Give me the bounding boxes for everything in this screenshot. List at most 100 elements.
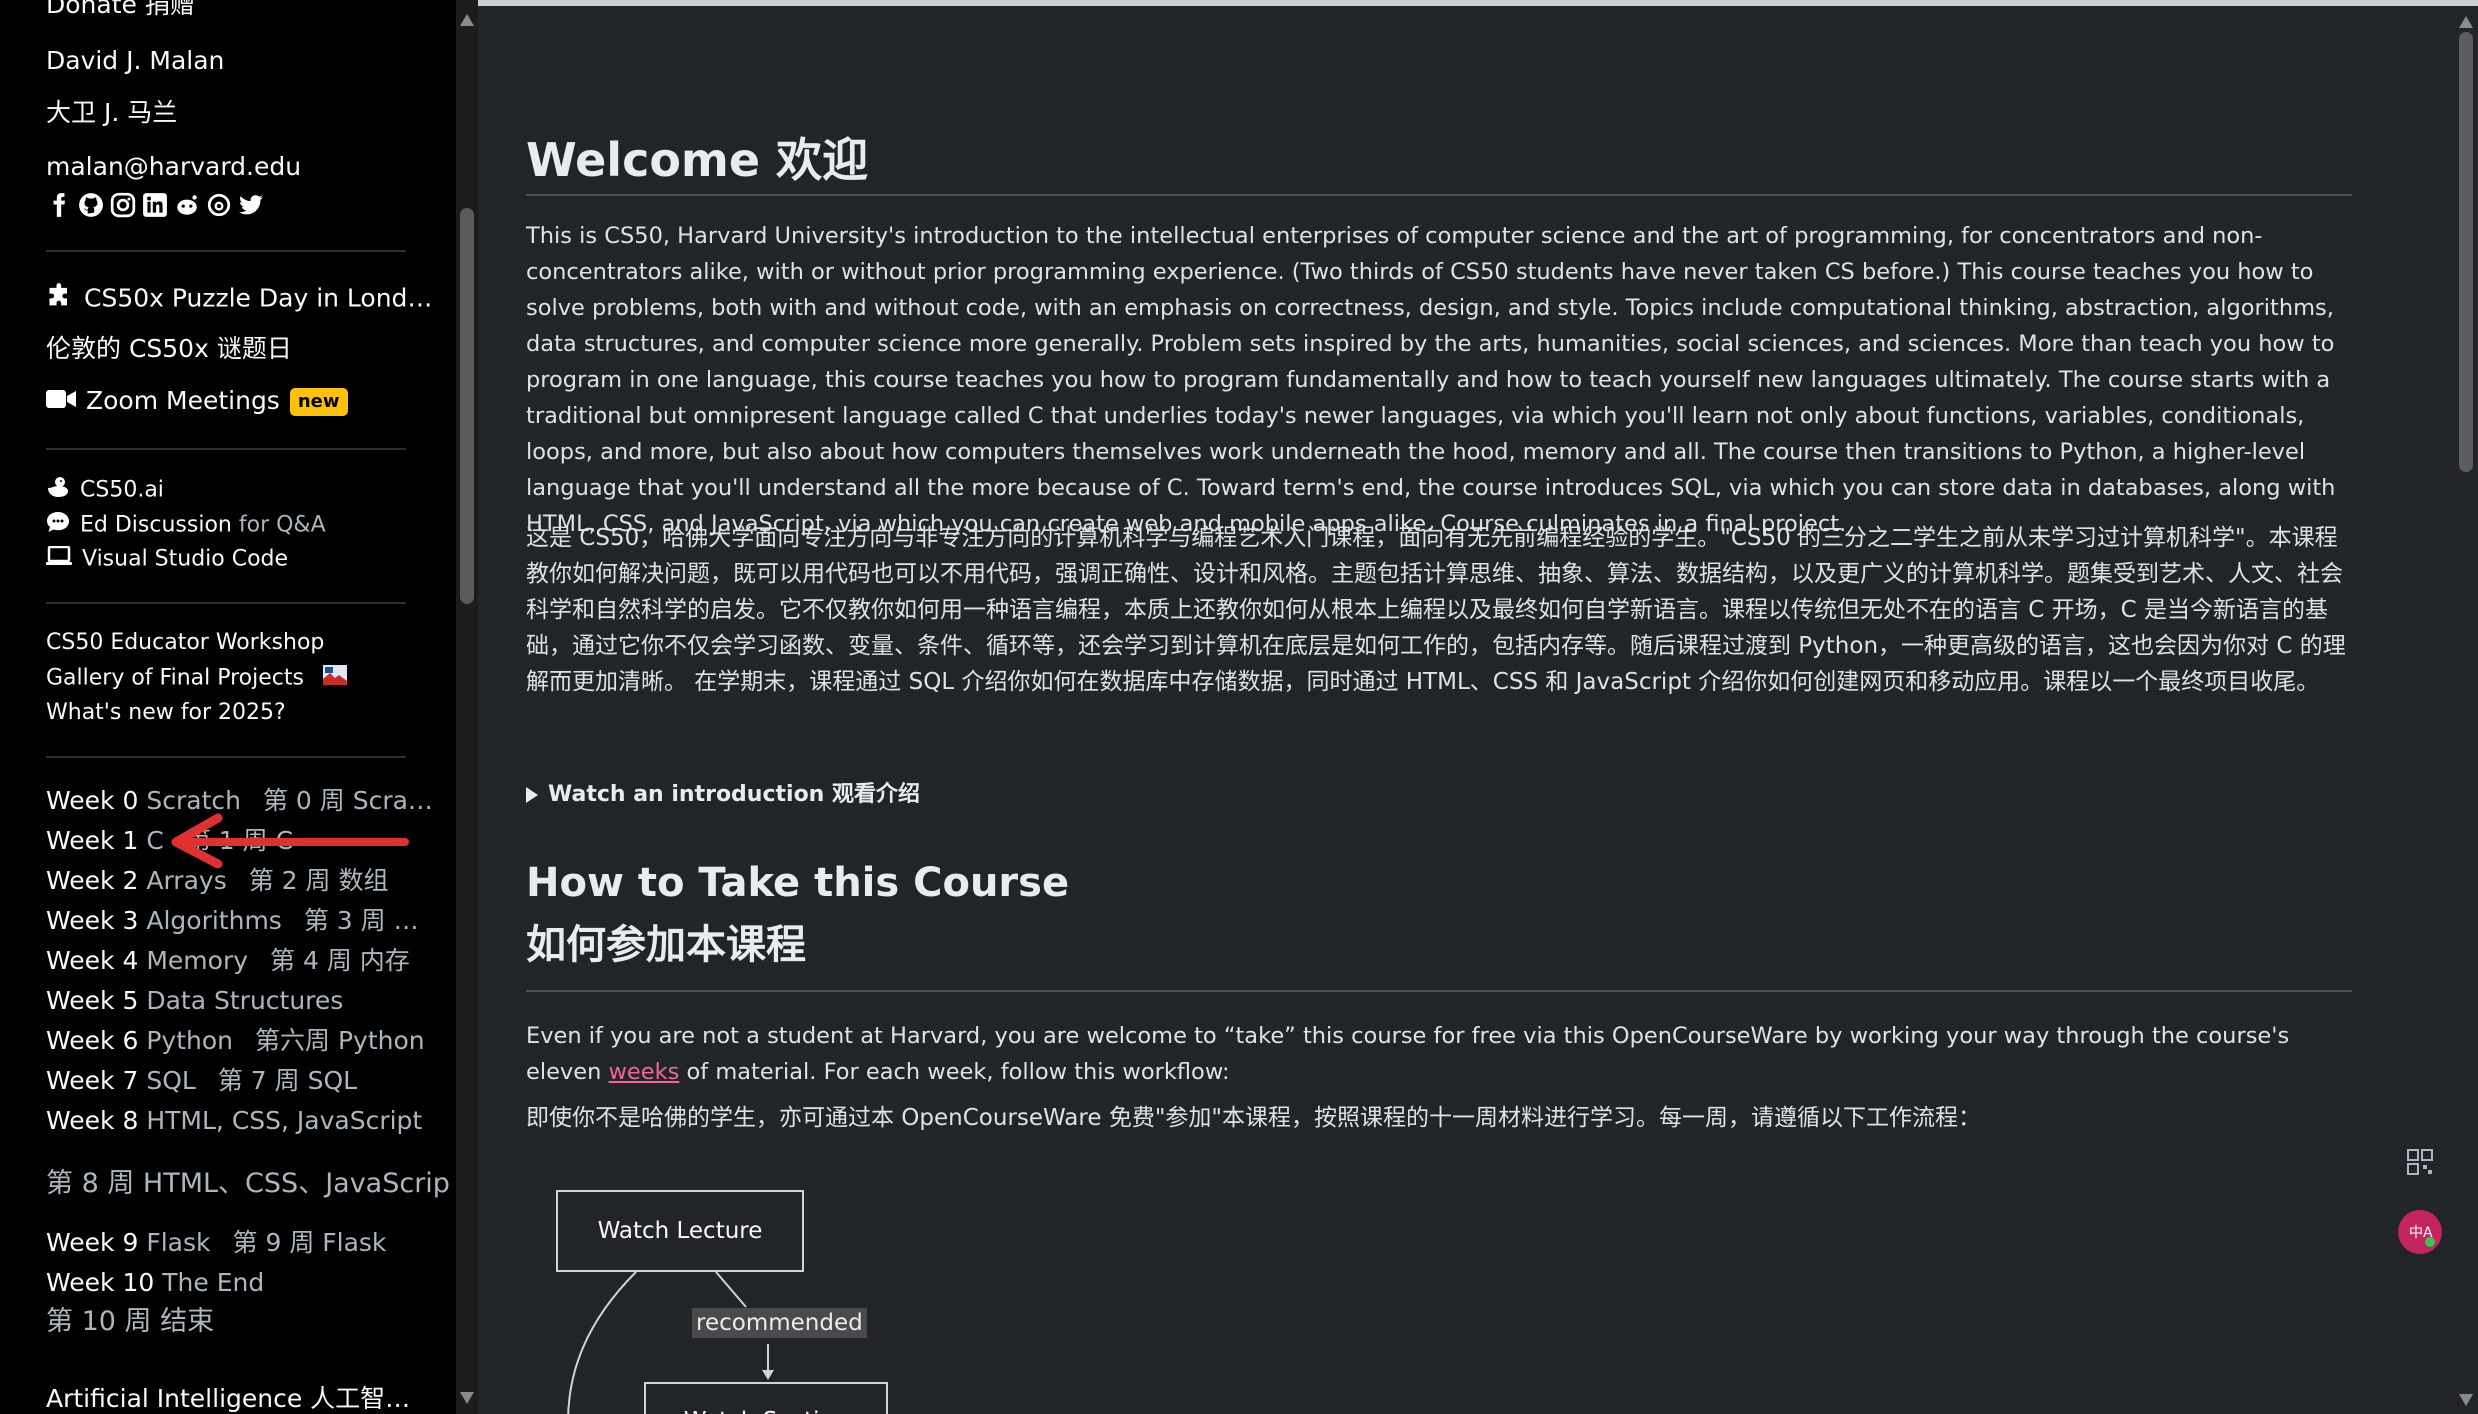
- sidebar: Donate 捐赠 David J. Malan 大卫 J. 马兰 malan@…: [0, 0, 456, 1414]
- whats-new-link[interactable]: What's new for 2025?: [46, 700, 286, 726]
- week-topic: The End: [162, 1268, 265, 1297]
- watch-section-node: Watch Section: [644, 1382, 888, 1414]
- sidebar-week-3[interactable]: Week 3 Algorithms 第 3 周 …: [46, 906, 419, 936]
- main-content: Welcome 欢迎 This is CS50, Harvard Univers…: [478, 6, 2454, 1414]
- week-number: Week 5: [46, 986, 139, 1015]
- watch-introduction-label: Watch an introduction 观看介绍: [548, 782, 921, 807]
- recommended-edge-label: recommended: [692, 1308, 867, 1338]
- week-topic-zh: 第 0 周 Scra…: [262, 786, 433, 815]
- sidebar-week-8[interactable]: Week 8 HTML, CSS, JavaScript: [46, 1106, 422, 1136]
- week-topic: Python: [146, 1026, 234, 1055]
- scroll-down-arrow-icon[interactable]: [2459, 1394, 2473, 1406]
- how-to-heading-en: How to Take this Course: [526, 860, 1070, 906]
- week-topic-zh: 第 3 周 …: [303, 906, 419, 935]
- week-topic: Data Structures: [146, 986, 344, 1015]
- week-topic: Flask: [146, 1228, 211, 1257]
- ed-discussion-link[interactable]: Ed Discussion for Q&A: [46, 511, 326, 540]
- annotation-arrow: [171, 813, 409, 868]
- translate-icon[interactable]: 中A: [2398, 1210, 2442, 1254]
- week-10-zh[interactable]: 第 10 周 结束: [46, 1306, 214, 1338]
- how-to-paragraph-zh: 即使你不是哈佛的学生，亦可通过本 OpenCourseWare 免费"参加"本课…: [526, 1105, 1981, 1131]
- sidebar-week-5[interactable]: Week 5 Data Structures: [46, 986, 343, 1016]
- instagram-icon[interactable]: [110, 192, 136, 218]
- author-email[interactable]: malan@harvard.edu: [46, 152, 301, 182]
- how-to-paragraph-en: Even if you are not a student at Harvard…: [526, 1023, 2290, 1085]
- week-number: Week 3: [46, 906, 139, 935]
- week-number: Week 1: [46, 826, 139, 855]
- scroll-down-arrow-icon[interactable]: [460, 1392, 474, 1404]
- puzzle-day-link[interactable]: CS50x Puzzle Day in Lond…: [46, 282, 432, 317]
- weeks-link[interactable]: weeks: [609, 1059, 680, 1085]
- cs50ai-link[interactable]: CS50.ai: [46, 476, 164, 505]
- author-name: David J. Malan: [46, 46, 225, 75]
- github-icon[interactable]: [78, 192, 104, 218]
- intro-paragraph-zh: 这是 CS50，哈佛大学面向专注方向与非专注方向的计算机科学与编程艺术入门课程，…: [526, 525, 2346, 695]
- how-to-heading-zh: 如何参加本课程: [526, 922, 806, 968]
- divider: [526, 194, 2352, 196]
- week-8-zh[interactable]: 第 8 周 HTML、CSS、JavaScrip: [46, 1168, 450, 1200]
- week-topic-zh: 第六周 Python: [255, 1026, 425, 1055]
- gallery-link[interactable]: Gallery of Final Projects: [46, 665, 347, 692]
- page-scrollbar-thumb[interactable]: [2459, 32, 2473, 472]
- week-number: Week 10: [46, 1268, 155, 1297]
- donate-link[interactable]: Donate 捐赠: [46, 0, 195, 20]
- divider: [46, 756, 406, 758]
- divider: [526, 990, 2352, 992]
- sidebar-scrollbar-thumb[interactable]: [460, 208, 474, 604]
- week-topic: HTML, CSS, JavaScript: [146, 1106, 423, 1135]
- linkedin-icon[interactable]: [142, 192, 168, 218]
- ai-link[interactable]: Artificial Intelligence 人工智…: [46, 1384, 410, 1414]
- divider: [46, 448, 406, 450]
- puzzle-day-link-zh[interactable]: 伦敦的 CS50x 谜题日: [46, 334, 292, 364]
- ed-discussion-label: Ed Discussion: [80, 512, 232, 538]
- qr-code-icon[interactable]: [2398, 1140, 2442, 1184]
- twitter-icon[interactable]: [238, 192, 264, 218]
- puzzle-day-label: CS50x Puzzle Day in Lond…: [84, 283, 433, 313]
- reddit-icon[interactable]: [174, 192, 200, 218]
- sidebar-week-4[interactable]: Week 4 Memory 第 4 周 内存: [46, 946, 410, 976]
- sidebar-week-9[interactable]: Week 9 Flask 第 9 周 Flask: [46, 1228, 386, 1258]
- week-topic: SQL: [146, 1066, 196, 1095]
- week-number: Week 6: [46, 1026, 139, 1055]
- scroll-up-arrow-icon[interactable]: [2459, 16, 2473, 28]
- disclosure-triangle-icon: [526, 787, 538, 803]
- zoom-meetings-link[interactable]: Zoom Meetings new: [46, 386, 348, 417]
- divider: [46, 250, 406, 252]
- intro-paragraph-en: This is CS50, Harvard University's intro…: [526, 223, 2336, 537]
- week-number: Week 9: [46, 1228, 139, 1257]
- sidebar-week-7[interactable]: Week 7 SQL 第 7 周 SQL: [46, 1066, 357, 1096]
- image-icon: [322, 665, 347, 692]
- scroll-up-arrow-icon[interactable]: [460, 14, 474, 26]
- vscode-label: Visual Studio Code: [82, 546, 289, 572]
- vscode-link[interactable]: Visual Studio Code: [46, 545, 289, 573]
- week-topic-zh: 第 9 周 Flask: [232, 1228, 387, 1257]
- video-camera-icon: [46, 387, 76, 417]
- threads-icon[interactable]: [206, 192, 232, 218]
- week-topic: Arrays: [146, 866, 227, 895]
- week-number: Week 7: [46, 1066, 139, 1095]
- how-to-heading: How to Take this Course 如何参加本课程: [526, 852, 2352, 976]
- watch-introduction-toggle[interactable]: Watch an introduction 观看介绍: [526, 776, 2352, 808]
- laptop-icon: [46, 545, 72, 573]
- social-links: [46, 192, 264, 218]
- sidebar-scrollbar[interactable]: [456, 0, 478, 1414]
- duck-icon: [46, 476, 70, 505]
- educator-workshop-link[interactable]: CS50 Educator Workshop: [46, 630, 324, 656]
- new-badge: new: [289, 388, 348, 416]
- sidebar-week-10[interactable]: Week 10 The End: [46, 1268, 264, 1298]
- week-number: Week 0: [46, 786, 139, 815]
- page-scrollbar[interactable]: [2454, 6, 2478, 1414]
- sidebar-week-6[interactable]: Week 6 Python 第六周 Python: [46, 1026, 425, 1056]
- welcome-heading: Welcome 欢迎: [526, 133, 869, 187]
- week-topic: Scratch: [146, 786, 241, 815]
- sidebar-week-2[interactable]: Week 2 Arrays 第 2 周 数组: [46, 866, 388, 896]
- week-topic-zh: 第 2 周 数组: [248, 866, 389, 895]
- watch-lecture-node: Watch Lecture: [556, 1190, 804, 1272]
- facebook-icon[interactable]: [46, 192, 72, 218]
- ed-discussion-suffix: for Q&A: [238, 512, 326, 538]
- week-topic-zh: 第 7 周 SQL: [217, 1066, 358, 1095]
- zoom-meetings-label: Zoom Meetings: [86, 386, 280, 415]
- week-topic-zh: 第 4 周 内存: [270, 946, 410, 975]
- cs50ai-label: CS50.ai: [80, 477, 164, 503]
- week-topic: Algorithms: [146, 906, 282, 935]
